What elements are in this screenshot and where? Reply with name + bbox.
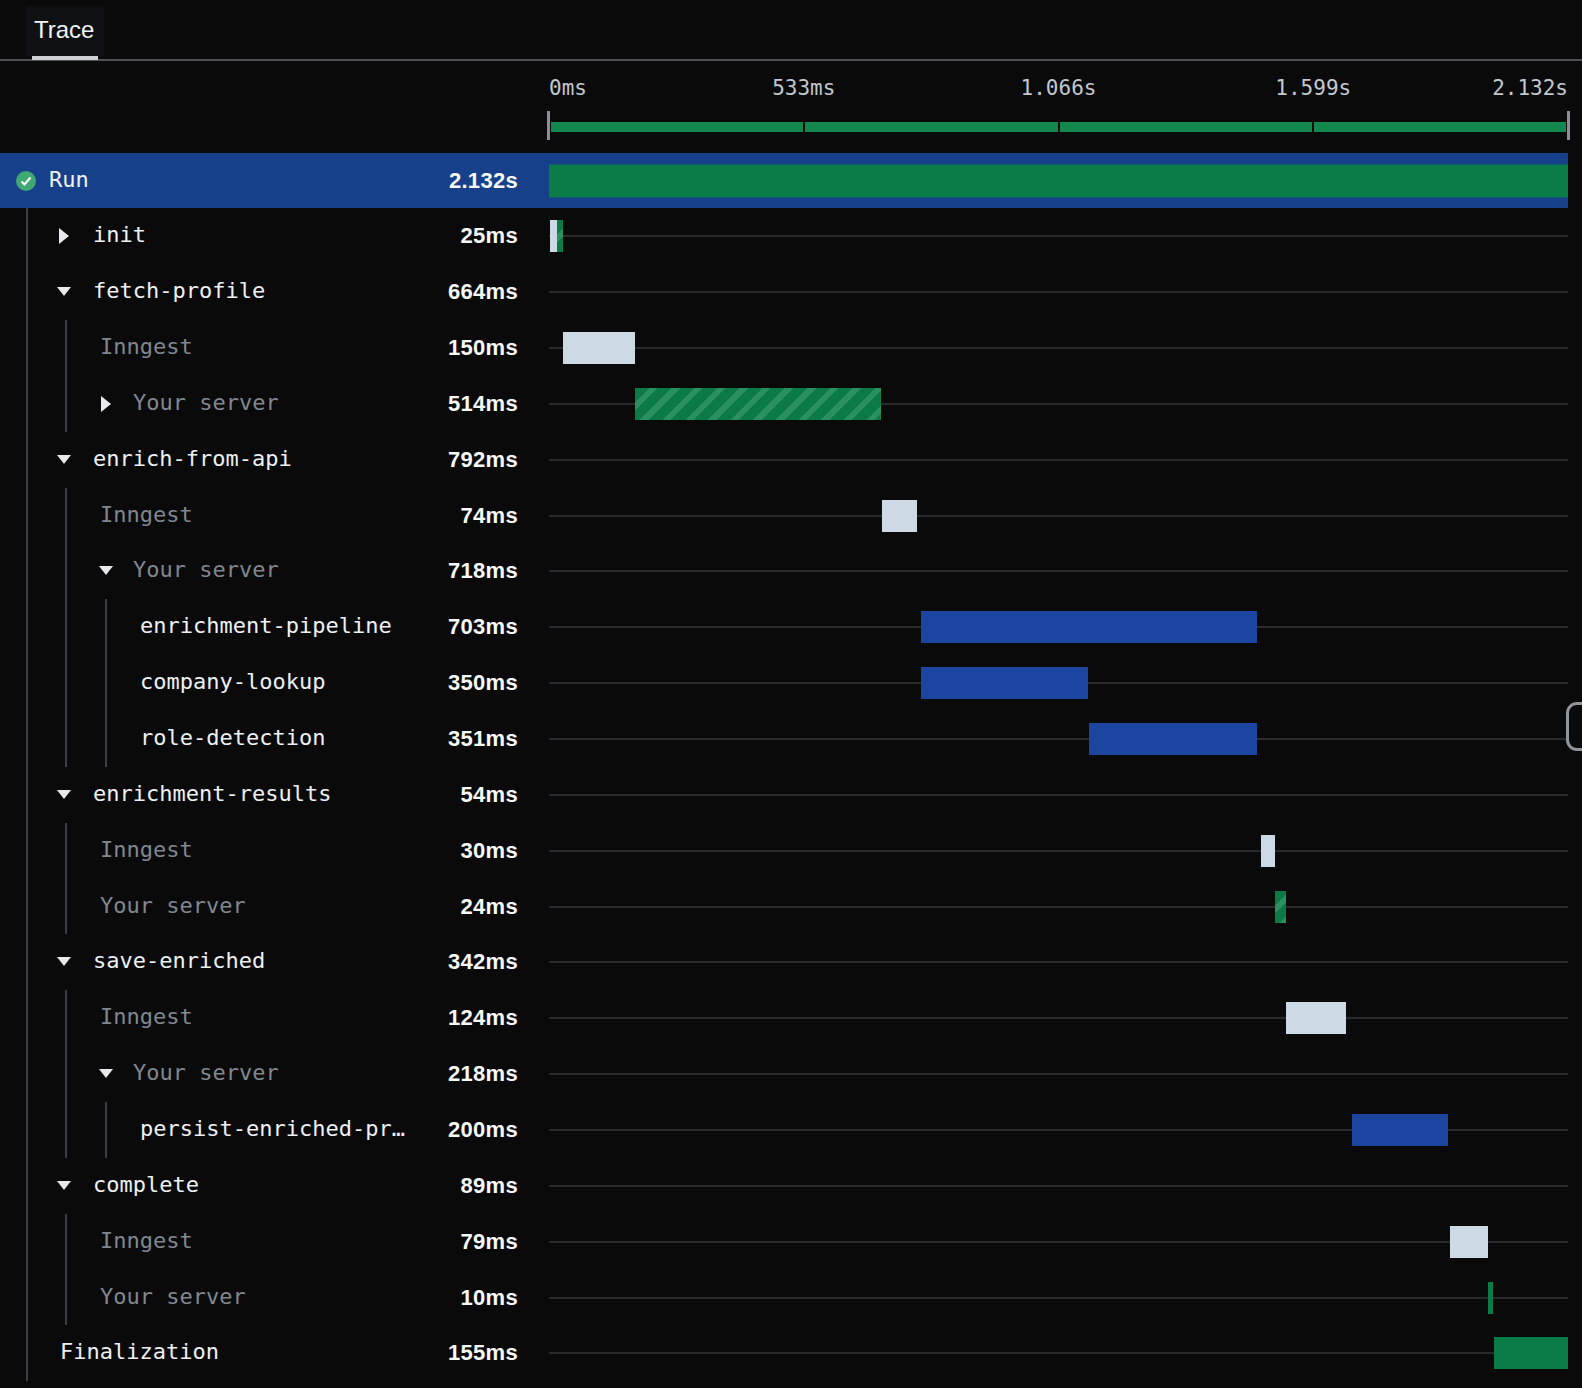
span-duration: 200ms <box>0 1117 518 1143</box>
span-duration: 79ms <box>0 1229 518 1255</box>
trace-row-finalization[interactable]: Finalization155ms <box>0 1325 1568 1381</box>
row-timeline-guide <box>549 850 1568 852</box>
trace-row-inngest[interactable]: Inngest74ms <box>0 488 1568 544</box>
tree-guide-line <box>65 488 67 767</box>
ruler-label: 1.599s <box>1275 76 1351 100</box>
row-timeline-guide <box>549 347 1568 349</box>
span-duration: 89ms <box>0 1173 518 1199</box>
ruler-right-edge <box>1567 111 1570 140</box>
span-bar-inngest[interactable] <box>550 220 557 252</box>
span-bar-green[interactable] <box>1494 1337 1568 1369</box>
ruler-label: 1.066s <box>1021 76 1097 100</box>
span-duration: 351ms <box>0 726 518 752</box>
span-bar-blue[interactable] <box>1352 1114 1448 1146</box>
span-bar-blue[interactable] <box>921 611 1257 643</box>
row-timeline-guide <box>549 1017 1568 1019</box>
row-timeline-guide <box>549 738 1568 740</box>
span-bar-hatch[interactable] <box>635 388 881 420</box>
span-bar-blue[interactable] <box>921 667 1088 699</box>
span-duration: 54ms <box>0 782 518 808</box>
trace-row-your-server[interactable]: Your server218ms <box>0 1046 1568 1102</box>
span-duration: 218ms <box>0 1061 518 1087</box>
tree-guide-line <box>105 1102 107 1158</box>
trace-row-inngest[interactable]: Inngest30ms <box>0 823 1568 879</box>
span-bar-inngest[interactable] <box>882 500 917 532</box>
row-timeline-guide <box>549 794 1568 796</box>
span-bar-hatch[interactable] <box>557 220 563 252</box>
header: Trace <box>0 0 1582 61</box>
span-bar-blue[interactable] <box>1089 723 1257 755</box>
span-bar-run[interactable] <box>549 164 1568 197</box>
ruler-left-edge <box>547 111 550 140</box>
trace-row-persist-enriched-pr-[interactable]: persist-enriched-pr…200ms <box>0 1102 1568 1158</box>
row-timeline-guide <box>549 570 1568 572</box>
span-duration: 664ms <box>0 279 518 305</box>
trace-row-fetch-profile[interactable]: fetch-profile664ms <box>0 264 1568 320</box>
trace-row-inngest[interactable]: Inngest124ms <box>0 990 1568 1046</box>
span-duration: 10ms <box>0 1285 518 1311</box>
tree-guide-line <box>65 320 67 432</box>
tab-trace[interactable]: Trace <box>34 16 94 44</box>
row-timeline-guide <box>549 235 1568 237</box>
span-duration: 718ms <box>0 558 518 584</box>
span-duration: 2.132s <box>0 168 518 194</box>
row-timeline-guide <box>549 1297 1568 1299</box>
trace-row-your-server[interactable]: Your server514ms <box>0 376 1568 432</box>
span-duration: 150ms <box>0 335 518 361</box>
span-duration: 25ms <box>0 223 518 249</box>
row-timeline-guide <box>549 1185 1568 1187</box>
span-duration: 30ms <box>0 838 518 864</box>
ruler-tick <box>803 119 805 134</box>
tree-guide-line <box>65 1214 67 1326</box>
span-duration: 342ms <box>0 949 518 975</box>
span-duration: 24ms <box>0 894 518 920</box>
tree-guide-line <box>65 990 67 1158</box>
ruler-label: 0ms <box>549 76 587 100</box>
trace-row-complete[interactable]: complete89ms <box>0 1158 1568 1214</box>
row-timeline-guide <box>549 515 1568 517</box>
trace-row-enrich-from-api[interactable]: enrich-from-api792ms <box>0 432 1568 488</box>
trace-row-init[interactable]: init25ms <box>0 208 1568 264</box>
span-bar-inngest[interactable] <box>563 332 635 364</box>
span-duration: 350ms <box>0 670 518 696</box>
span-duration: 124ms <box>0 1005 518 1031</box>
ruler-label: 2.132s <box>1492 76 1568 100</box>
row-timeline-guide <box>549 1073 1568 1075</box>
row-timeline-guide <box>549 1352 1568 1354</box>
trace-row-your-server[interactable]: Your server10ms <box>0 1270 1568 1326</box>
trace-row-company-lookup[interactable]: company-lookup350ms <box>0 655 1568 711</box>
span-duration: 155ms <box>0 1340 518 1366</box>
trace-row-inngest[interactable]: Inngest150ms <box>0 320 1568 376</box>
tab-trace-underline <box>32 56 98 60</box>
span-duration: 74ms <box>0 503 518 529</box>
span-bar-inngest[interactable] <box>1261 835 1275 867</box>
span-duration: 514ms <box>0 391 518 417</box>
trace-row-role-detection[interactable]: role-detection351ms <box>0 711 1568 767</box>
row-timeline-guide <box>549 1241 1568 1243</box>
trace-row-your-server[interactable]: Your server718ms <box>0 544 1568 600</box>
ruler-label: 533ms <box>772 76 835 100</box>
span-bar-green[interactable] <box>1488 1282 1493 1314</box>
trace-row-run[interactable]: Run2.132s <box>0 153 1568 209</box>
row-timeline-guide <box>549 906 1568 908</box>
span-duration: 792ms <box>0 447 518 473</box>
trace-row-save-enriched[interactable]: save-enriched342ms <box>0 935 1568 991</box>
trace-row-enrichment-pipeline[interactable]: enrichment-pipeline703ms <box>0 599 1568 655</box>
row-timeline-guide <box>549 961 1568 963</box>
ruler-tick <box>1312 119 1314 134</box>
row-timeline-guide <box>549 291 1568 293</box>
scrollbar-thumb[interactable] <box>1566 702 1582 751</box>
ruler-tick <box>1058 119 1060 134</box>
row-timeline-guide <box>549 459 1568 461</box>
tree-guide-line <box>26 208 28 1381</box>
span-duration: 703ms <box>0 614 518 640</box>
span-bar-inngest[interactable] <box>1286 1002 1345 1034</box>
trace-row-your-server[interactable]: Your server24ms <box>0 879 1568 935</box>
trace-row-enrichment-results[interactable]: enrichment-results54ms <box>0 767 1568 823</box>
span-bar-hatch[interactable] <box>1275 891 1286 923</box>
span-bar-inngest[interactable] <box>1450 1226 1488 1258</box>
trace-row-inngest[interactable]: Inngest79ms <box>0 1214 1568 1270</box>
tree-guide-line <box>65 823 67 935</box>
tree-guide-line <box>105 599 107 767</box>
